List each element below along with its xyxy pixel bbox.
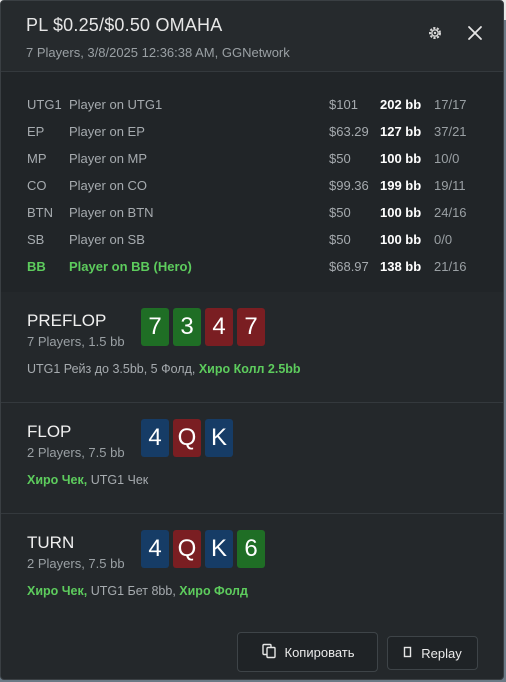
playing-card: 7 xyxy=(237,308,265,346)
player-row: MP Player on MP $50 100 bb 10/0 xyxy=(1,147,503,171)
player-name: Player on UTG1 xyxy=(69,97,163,112)
player-name: Player on CO xyxy=(69,178,148,193)
player-position: BB xyxy=(27,259,46,274)
players-table: UTG1 Player on UTG1 $101 202 bb 17/17 EP… xyxy=(1,71,503,293)
hero-action-text: Хиро Фолд xyxy=(179,584,248,598)
replay-button-label: Replay xyxy=(421,645,462,661)
player-position: MP xyxy=(27,151,47,166)
street-actions: Хиро Чек, UTG1 Бет 8bb, Хиро Фолд xyxy=(27,584,248,598)
player-stack: $99.36 xyxy=(329,178,369,193)
playing-card: Q xyxy=(173,530,201,568)
copy-button[interactable]: Копировать xyxy=(237,632,378,672)
street-info: 2 Players, 7.5 bb xyxy=(27,556,125,571)
street-actions: UTG1 Рейз до 3.5bb, 5 Фолд, Хиро Колл 2.… xyxy=(27,362,301,376)
player-position: SB xyxy=(27,232,45,247)
player-row-hero: BB Player on BB (Hero) $68.97 138 bb 21/… xyxy=(1,255,503,279)
player-row: UTG1 Player on UTG1 $101 202 bb 17/17 xyxy=(1,93,503,117)
player-stack-bb: 100 bb xyxy=(380,232,422,247)
street-flop: FLOP 2 Players, 7.5 bb 4 Q K Хиро Чек, U… xyxy=(1,403,503,514)
player-stack: $50 xyxy=(329,232,351,247)
player-stack-bb: 199 bb xyxy=(380,178,422,193)
player-stack: $101 xyxy=(329,97,358,112)
action-text: UTG1 Бет 8bb, xyxy=(90,584,176,598)
player-stack-bb: 138 bb xyxy=(380,259,422,274)
playing-card: K xyxy=(205,530,233,568)
player-row: CO Player on CO $99.36 199 bb 19/11 xyxy=(1,174,503,198)
street-name: FLOP xyxy=(27,422,72,441)
street-name: PREFLOP xyxy=(27,311,107,330)
street-preflop: PREFLOP 7 Players, 1.5 bb 7 3 4 7 UTG1 Р… xyxy=(1,292,503,403)
player-name: Player on SB xyxy=(69,232,145,247)
player-stats: 10/0 xyxy=(434,151,460,166)
street-turn: TURN 2 Players, 7.5 bb 4 Q K 6 Хиро Чек,… xyxy=(1,514,503,624)
player-stack: $50 xyxy=(329,205,351,220)
street-name: TURN xyxy=(27,533,75,552)
player-stack-bb: 100 bb xyxy=(380,151,422,166)
player-stack: $50 xyxy=(329,151,351,166)
replay-icon xyxy=(403,646,413,661)
player-position: BTN xyxy=(27,205,53,220)
game-title: PL $0.25/$0.50 OMAHA xyxy=(26,15,223,35)
playing-card: K xyxy=(205,419,233,457)
player-position: UTG1 xyxy=(27,97,62,112)
playing-card: 4 xyxy=(141,530,169,568)
game-subtitle: 7 Players, 3/8/2025 12:36:38 AM, GGNetwo… xyxy=(26,45,290,60)
player-stats: 37/21 xyxy=(434,124,467,139)
player-name: Player on BTN xyxy=(69,205,154,220)
player-stats: 0/0 xyxy=(434,232,453,247)
player-name: Player on BB (Hero) xyxy=(69,259,192,274)
hero-action-text: Хиро Чек, xyxy=(27,473,88,487)
street-info: 7 Players, 1.5 bb xyxy=(27,334,125,349)
player-name: Player on MP xyxy=(69,151,148,166)
copy-icon xyxy=(261,643,277,662)
player-stack-bb: 202 bb xyxy=(380,97,422,112)
playing-card: Q xyxy=(173,419,201,457)
close-icon[interactable] xyxy=(463,21,487,45)
player-stats: 19/11 xyxy=(434,178,466,193)
playing-card: 6 xyxy=(237,530,265,568)
hero-action-text: Хиро Колл 2.5bb xyxy=(198,362,301,376)
playing-card: 7 xyxy=(141,308,169,346)
card-group: 4 Q K xyxy=(141,419,233,457)
copy-button-label: Копировать xyxy=(284,644,355,660)
playing-card: 3 xyxy=(173,308,201,346)
gear-icon[interactable] xyxy=(425,23,445,43)
player-stats: 17/17 xyxy=(434,97,467,112)
player-stack-bb: 127 bb xyxy=(380,124,422,139)
playing-card: 4 xyxy=(205,308,233,346)
player-position: EP xyxy=(27,124,45,139)
player-stack: $68.97 xyxy=(329,259,369,274)
action-text: UTG1 Чек xyxy=(90,473,149,487)
player-row: SB Player on SB $50 100 bb 0/0 xyxy=(1,228,503,252)
player-stack: $63.29 xyxy=(329,124,369,139)
panel-header: PL $0.25/$0.50 OMAHA 7 Players, 3/8/2025… xyxy=(1,1,503,71)
action-text: UTG1 Рейз до 3.5bb, 5 Фолд, xyxy=(27,362,196,376)
street-actions: Хиро Чек, UTG1 Чек xyxy=(27,473,148,487)
player-row: BTN Player on BTN $50 100 bb 24/16 xyxy=(1,201,503,225)
player-row: EP Player on EP $63.29 127 bb 37/21 xyxy=(1,120,503,144)
card-group: 4 Q K 6 xyxy=(141,530,265,568)
hand-history-panel: PL $0.25/$0.50 OMAHA 7 Players, 3/8/2025… xyxy=(0,0,504,680)
street-info: 2 Players, 7.5 bb xyxy=(27,445,125,460)
card-group: 7 3 4 7 xyxy=(141,308,265,346)
player-position: CO xyxy=(27,178,47,193)
playing-card: 4 xyxy=(141,419,169,457)
player-stack-bb: 100 bb xyxy=(380,205,422,220)
replay-button[interactable]: Replay xyxy=(387,636,478,670)
player-name: Player on EP xyxy=(69,124,145,139)
hero-action-text: Хиро Чек, xyxy=(27,584,88,598)
player-stats: 21/16 xyxy=(434,259,467,274)
player-stats: 24/16 xyxy=(434,205,467,220)
